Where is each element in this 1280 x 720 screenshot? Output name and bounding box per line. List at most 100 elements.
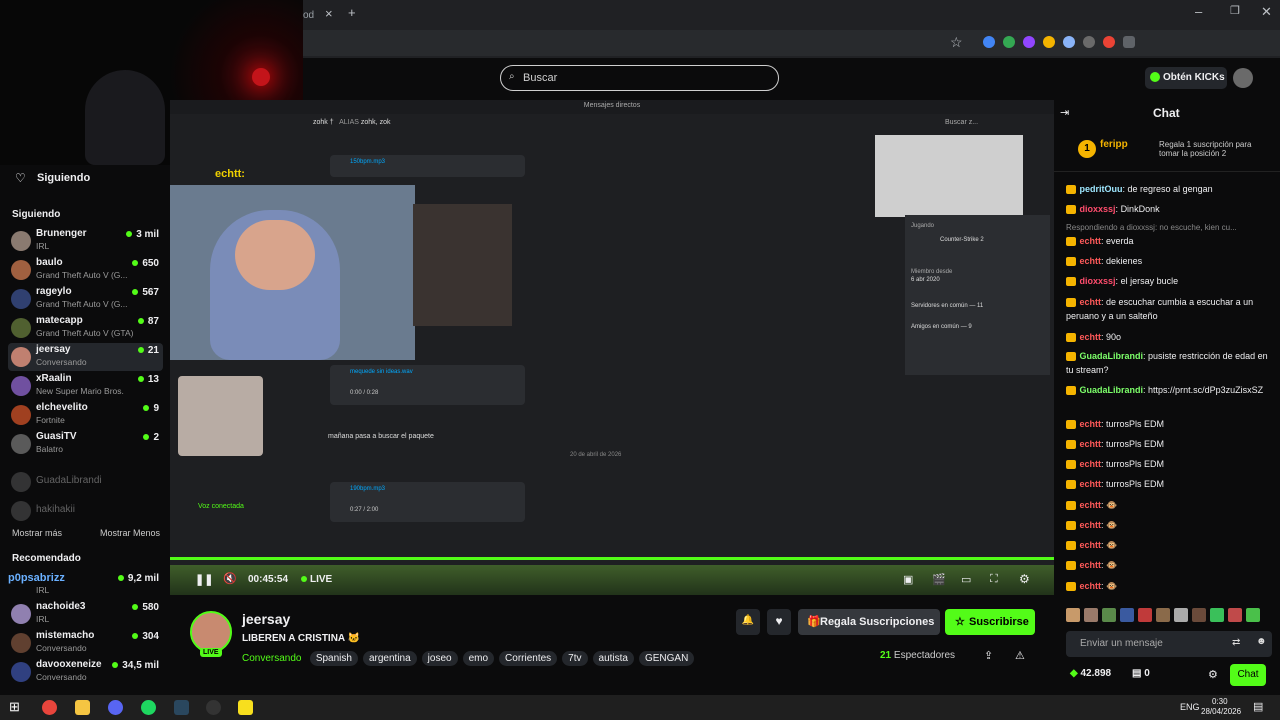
emote-icon[interactable] [1066, 608, 1080, 622]
chrome-icon[interactable] [42, 700, 57, 715]
theater-icon[interactable]: ▭ [961, 573, 971, 586]
tag[interactable]: GENGAN [638, 651, 695, 666]
gift-subs-button[interactable]: 🎁 Regala Suscripciones [798, 609, 940, 635]
emote-icon[interactable] [1210, 608, 1224, 622]
new-tab-icon[interactable]: + [348, 5, 356, 20]
sidebar-item-jeersay[interactable]: jeersay Conversando 21 [8, 343, 163, 371]
steam-icon[interactable] [174, 700, 189, 715]
chat-username[interactable]: GuadaLibrandi [1080, 351, 1144, 361]
bell-icon[interactable]: 🔔 [736, 609, 760, 635]
fullscreen-icon[interactable]: ⛶ [990, 573, 998, 586]
subscribe-button[interactable]: ☆ Suscribirse [945, 609, 1035, 635]
tag[interactable]: Corrientes [499, 651, 558, 666]
chat-username[interactable]: echtt [1080, 581, 1102, 591]
chat-username[interactable]: echtt [1080, 459, 1102, 469]
tag[interactable]: joseo [421, 651, 458, 666]
close-window-icon[interactable]: ✕ [1261, 4, 1272, 20]
bookmark-star-icon[interactable]: ☆ [950, 34, 963, 51]
video-player[interactable]: Mensajes directos zohk † ALIAS zohk, zok… [170, 100, 1054, 595]
minimize-icon[interactable]: – [1195, 4, 1202, 19]
clock-date[interactable]: 28/04/2026 [1201, 707, 1241, 716]
points-counter[interactable]: ◆ 42.898 [1070, 668, 1111, 679]
sidebar-item-rageylo[interactable]: rageylo Grand Theft Auto V (G... 567 [8, 285, 163, 313]
chat-username[interactable]: echtt [1080, 332, 1102, 342]
sidebar-item-recommended[interactable]: davooxeneize Conversando 34,5 mil [8, 658, 163, 686]
user-avatar[interactable] [1233, 68, 1253, 88]
chat-username[interactable]: echtt [1080, 419, 1102, 429]
pause-icon[interactable]: ❚❚ [195, 573, 213, 586]
tag[interactable]: argentina [362, 651, 417, 666]
browser-tab[interactable]: od [303, 4, 343, 26]
gift-counter[interactable]: ▤ 0 [1132, 668, 1150, 679]
chat-username[interactable]: echtt [1080, 479, 1102, 489]
chat-username[interactable]: echtt [1080, 256, 1102, 266]
sidebar-item-elchevelito[interactable]: elchevelito Fortnite 9 [8, 401, 163, 429]
emote-icon[interactable] [1084, 608, 1098, 622]
emote-icon[interactable] [1192, 608, 1206, 622]
tag[interactable]: autista [592, 651, 634, 666]
report-icon[interactable]: ⚠ [1015, 649, 1025, 662]
chat-username[interactable]: dioxxssj [1080, 204, 1116, 214]
settings-icon[interactable]: ⚙ [1019, 572, 1030, 586]
spotify-icon[interactable] [141, 700, 156, 715]
chat-username[interactable]: dioxxssj [1080, 276, 1116, 286]
emote-icon[interactable] [1138, 608, 1152, 622]
emote-icon[interactable] [1156, 608, 1170, 622]
get-kicks-button[interactable]: Obtén KICKs [1145, 67, 1227, 89]
show-less-link[interactable]: Mostrar Menos [100, 528, 160, 538]
chat-username[interactable]: pedritOuu [1080, 184, 1123, 194]
chat-username[interactable]: echtt [1080, 297, 1102, 307]
sidebar-item-brunenger[interactable]: Brunenger IRL 3 mil [8, 227, 163, 255]
chat-username[interactable]: echtt [1080, 560, 1102, 570]
clip-icon[interactable]: 🎬 [932, 573, 946, 586]
search-input[interactable]: ⌕ Buscar [500, 65, 779, 91]
tag[interactable]: 7tv [562, 651, 588, 666]
tag[interactable]: Spanish [309, 651, 358, 666]
maximize-icon[interactable]: ❐ [1230, 4, 1240, 17]
sidebar-item-baulo[interactable]: baulo Grand Theft Auto V (G... 650 [8, 256, 163, 284]
sidebar-item-matecapp[interactable]: matecapp Grand Theft Auto V (GTA) 87 [8, 314, 163, 342]
emote-icon[interactable] [1120, 608, 1134, 622]
notifications-icon[interactable]: ▤ [1253, 700, 1263, 713]
translate-icon[interactable]: ⇄ [1232, 637, 1240, 648]
emote-icon[interactable] [1228, 608, 1242, 622]
chat-username[interactable]: GuadaLibrandi [1080, 385, 1144, 395]
chat-username[interactable]: echtt [1080, 500, 1102, 510]
collapse-chat-icon[interactable]: ⇥ [1060, 106, 1069, 119]
close-tab-icon[interactable]: × [325, 6, 333, 21]
windows-start-icon[interactable]: ⊞ [9, 699, 20, 715]
channel-avatar[interactable] [190, 611, 232, 653]
chat-username[interactable]: echtt [1080, 520, 1102, 530]
emote-icon[interactable] [1246, 608, 1260, 622]
chat-input[interactable]: Enviar un mensaje ⇄ ☻ [1066, 631, 1272, 657]
clock-time[interactable]: 0:30 [1212, 697, 1228, 706]
emoji-icon[interactable]: ☻ [1256, 636, 1267, 647]
share-icon[interactable]: ⇪ [984, 649, 993, 662]
chat-username[interactable]: echtt [1080, 439, 1102, 449]
chat-username[interactable]: echtt [1080, 236, 1102, 246]
channel-name[interactable]: jeersay [242, 611, 290, 627]
chat-settings-icon[interactable]: ⚙ [1208, 668, 1218, 681]
sidebar-item-recommended[interactable]: p0psabrizz IRL 9,2 mil [8, 571, 163, 599]
language-indicator[interactable]: ENG [1180, 702, 1200, 712]
pip-icon[interactable]: ▣ [903, 573, 913, 586]
app-icon[interactable] [238, 700, 253, 715]
discord-icon[interactable] [108, 700, 123, 715]
chat-username[interactable]: echtt [1080, 540, 1102, 550]
emote-icon[interactable] [1174, 608, 1188, 622]
sidebar-item-recommended[interactable]: mistemacho Conversando 304 [8, 629, 163, 657]
mute-icon[interactable]: 🔇 [223, 572, 237, 585]
sidebar-item-offline[interactable]: hakihakii [8, 497, 163, 525]
progress-bar[interactable] [170, 557, 1054, 560]
file-explorer-icon[interactable] [75, 700, 90, 715]
category-link[interactable]: Conversando [242, 653, 301, 664]
heart-follow-icon[interactable]: ♥ [767, 609, 791, 635]
emote-icon[interactable] [1102, 608, 1116, 622]
tag[interactable]: emo [462, 651, 495, 666]
obs-icon[interactable] [206, 700, 221, 715]
show-more-link[interactable]: Mostrar más [12, 528, 62, 538]
sidebar-item-recommended[interactable]: nachoide3 IRL 580 [8, 600, 163, 628]
sidebar-item-guasitv[interactable]: GuasiTV Balatro 2 [8, 430, 163, 458]
send-chat-button[interactable]: Chat [1230, 664, 1266, 686]
sidebar-item-xraalin[interactable]: xRaalin New Super Mario Bros. 13 [8, 372, 163, 400]
